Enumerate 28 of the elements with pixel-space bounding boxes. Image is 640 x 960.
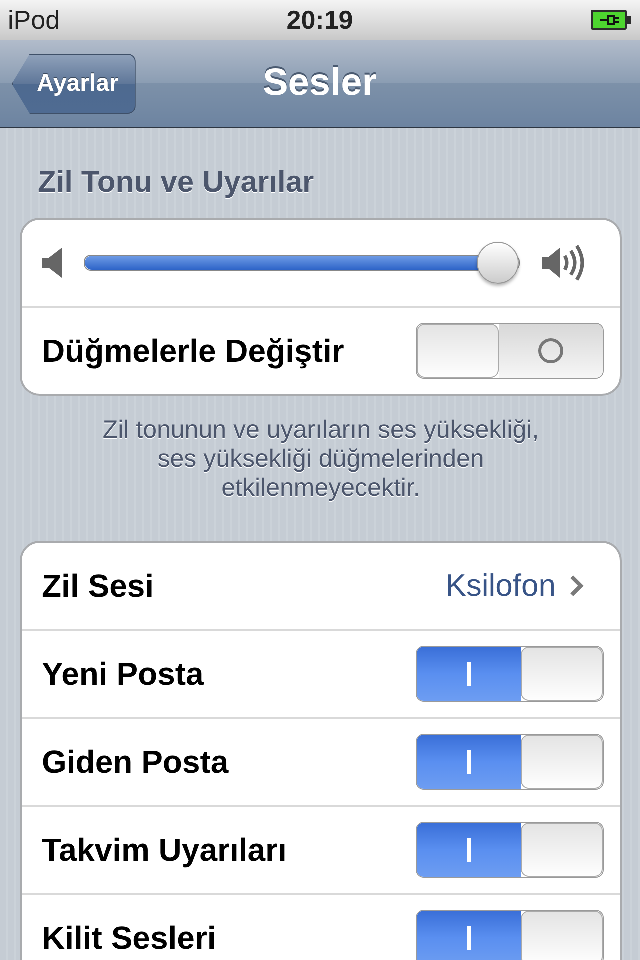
section-header: Zil Tonu ve Uyarılar (38, 166, 316, 200)
section-footer: Zil tonunun ve uyarıların ses yüksekliği, ses yüksekliği düğmelerinden etkilenmeyecektir. (20, 396, 622, 541)
status-time: 20:19 (286, 4, 354, 36)
chevron-icon (570, 575, 584, 597)
setting-label: Giden Posta (42, 744, 230, 780)
on-mark-icon (467, 926, 471, 950)
toggle-switch[interactable] (416, 734, 604, 790)
setting-label: Takvim Uyarıları (42, 832, 288, 868)
setting-label: Yeni Posta (42, 656, 205, 692)
speaker-icon (42, 248, 62, 278)
off-mark-icon (538, 338, 564, 364)
on-mark-icon (467, 838, 471, 862)
setting-label: Düğmelerle Değiştir (42, 332, 346, 370)
toggle-switch[interactable] (416, 822, 604, 878)
on-mark-icon (467, 750, 471, 774)
on-mark-icon (467, 662, 471, 686)
carrier-name: iPod (8, 4, 60, 36)
screen-title: Sesler (262, 62, 378, 105)
slider-thumb[interactable] (477, 242, 520, 284)
loud-speaker-icon (542, 243, 584, 283)
back-button[interactable]: Ayarlar (12, 54, 136, 114)
setting-value: Ksilofon (446, 568, 556, 604)
toggle-switch[interactable] (416, 323, 604, 379)
toggle-switch[interactable] (416, 646, 604, 702)
battery-icon (590, 9, 632, 31)
setting-label: Kilit Sesleri (42, 920, 218, 956)
toggle-switch[interactable] (416, 910, 604, 960)
setting-label: Zil Sesi (42, 568, 156, 604)
